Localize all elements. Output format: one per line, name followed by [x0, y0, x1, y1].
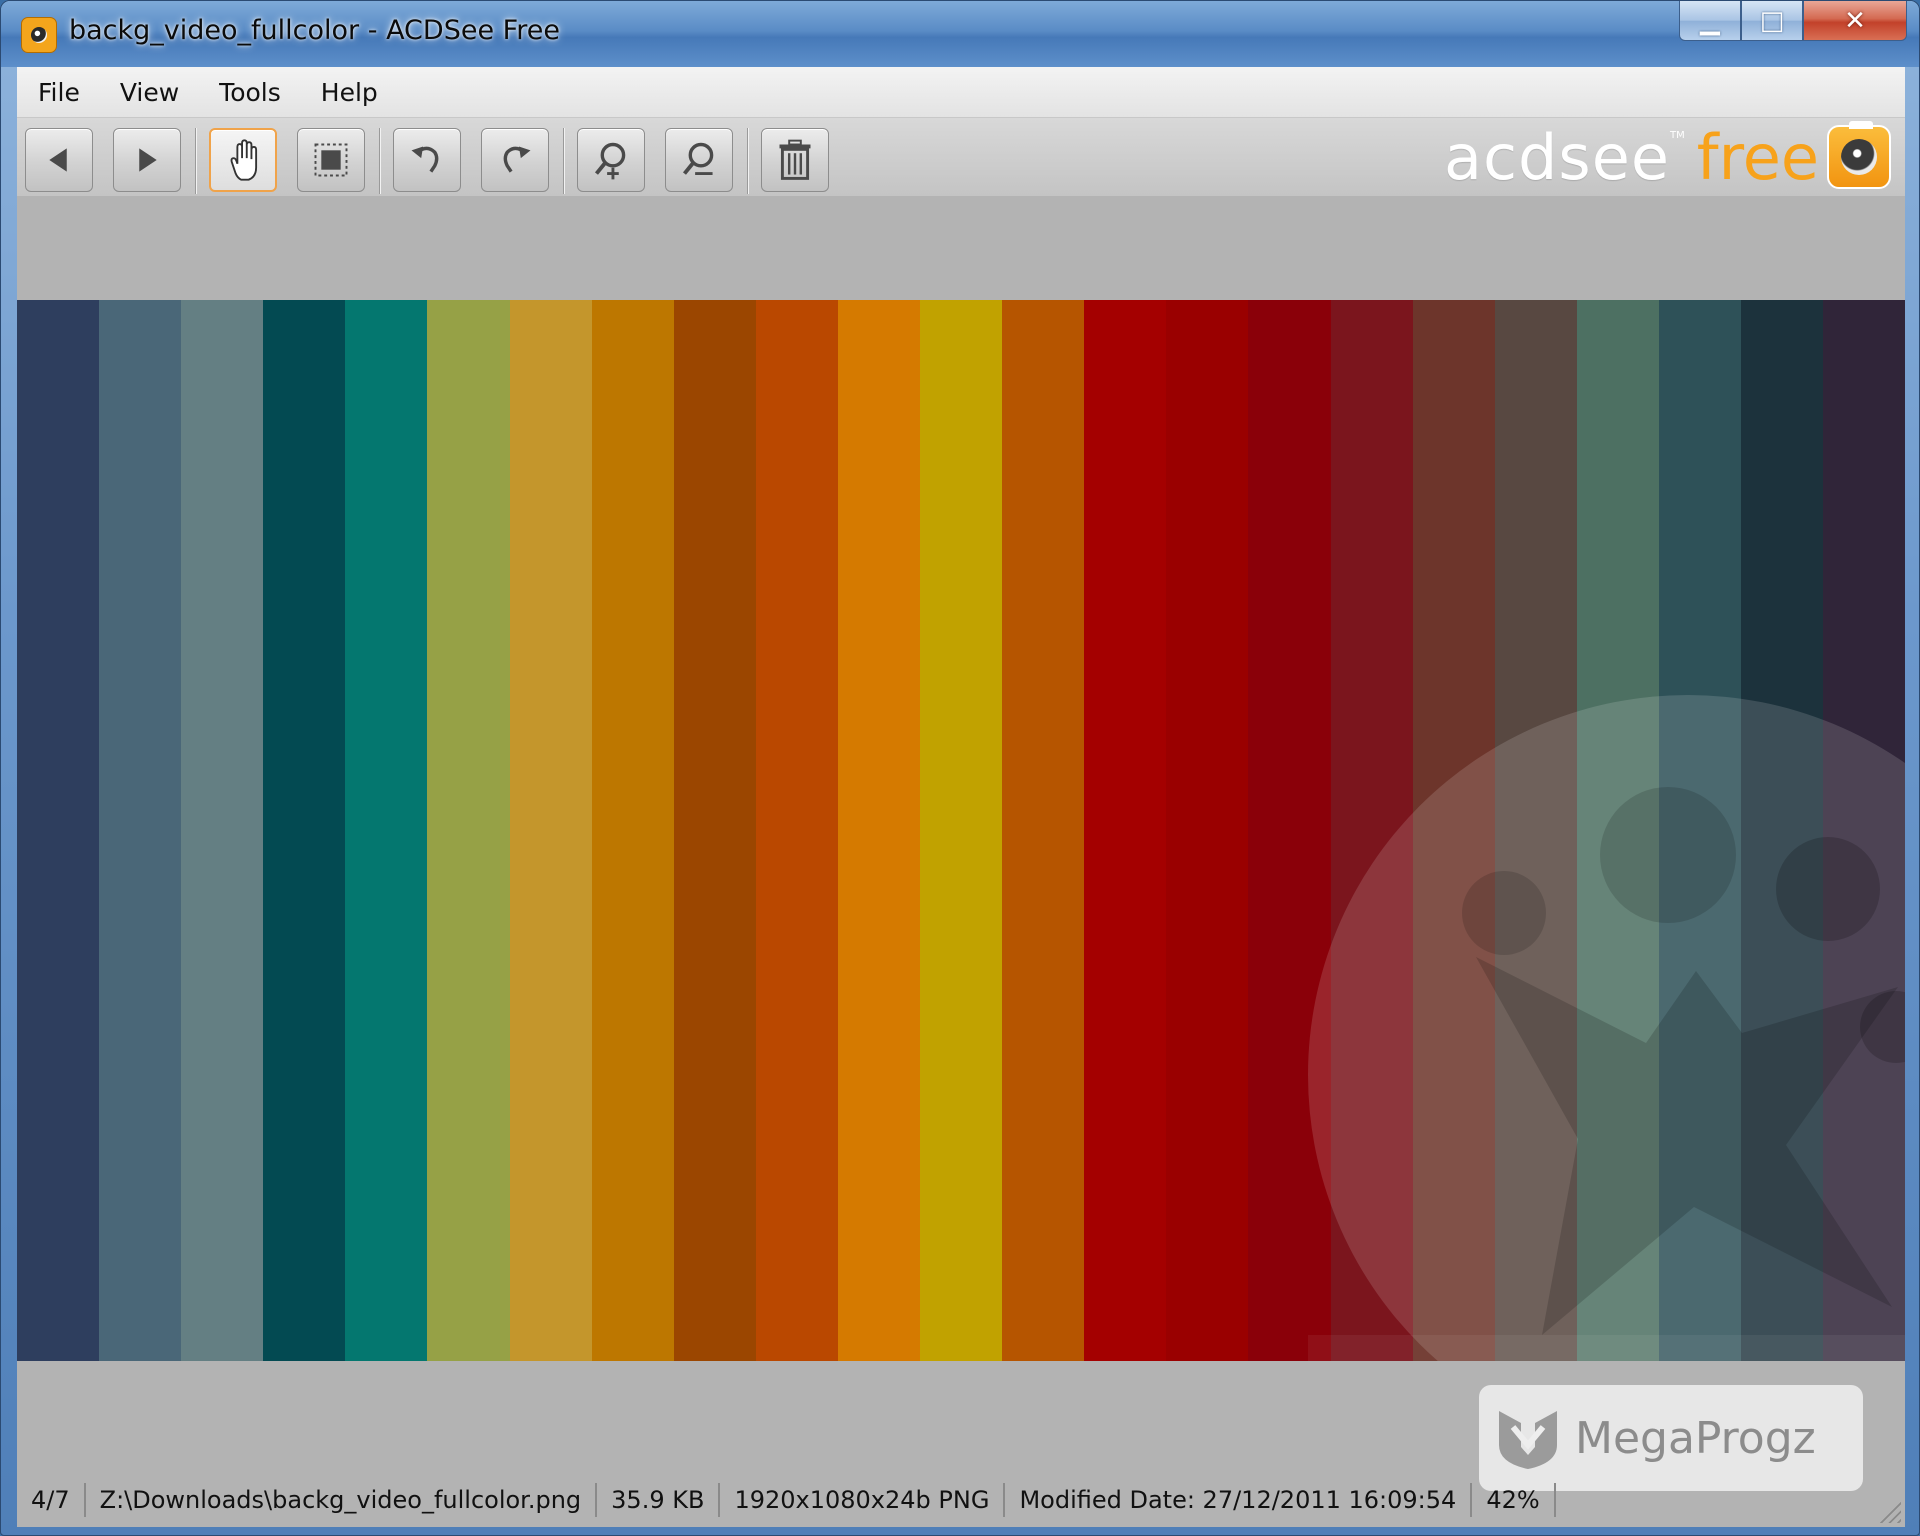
color-stripe [1166, 300, 1249, 1361]
rotate-right-icon [503, 146, 531, 173]
menu-tools[interactable]: Tools [200, 78, 300, 107]
acdsee-app-icon[interactable] [21, 17, 57, 53]
color-stripe [920, 300, 1003, 1361]
previous-button[interactable] [25, 128, 93, 192]
color-stripe [345, 300, 428, 1361]
rotate-left-icon [411, 146, 439, 173]
zoom-out-button[interactable] [665, 128, 733, 192]
toolbar-separator [195, 128, 197, 194]
color-stripe [1576, 300, 1659, 1361]
status-modified-date: Modified Date: 27/12/2011 16:09:54 [1005, 1483, 1473, 1517]
status-bar: 4/7 Z:\Downloads\backg_video_fullcolor.p… [17, 1473, 1905, 1527]
color-stripe [1002, 300, 1085, 1361]
pan-button[interactable] [209, 128, 277, 192]
select-button[interactable] [297, 128, 365, 192]
image-canvas[interactable] [17, 300, 1905, 1361]
toolbar-separator [747, 128, 749, 194]
toolbar: acdsee TM free [17, 118, 1905, 196]
next-button[interactable] [113, 128, 181, 192]
color-stripe [755, 300, 838, 1361]
rotate-left-button[interactable] [393, 128, 461, 192]
minimize-button[interactable]: ▁ [1679, 1, 1741, 41]
menu-file[interactable]: File [19, 78, 99, 107]
color-stripe [837, 300, 921, 1361]
status-position: 4/7 [17, 1483, 86, 1517]
menu-bar: File View Tools Help [17, 67, 1905, 118]
color-stripe [263, 300, 346, 1361]
status-file-size: 35.9 KB [597, 1483, 721, 1517]
toolbar-separator [379, 128, 381, 194]
color-stripe [673, 300, 756, 1361]
zoom-in-icon [594, 142, 626, 180]
maximize-button[interactable]: □ [1741, 1, 1803, 41]
color-stripe [17, 300, 100, 1361]
app-window: backg_video_fullcolor - ACDSee Free ▁ □ … [0, 0, 1920, 1536]
menu-help[interactable]: Help [302, 78, 397, 107]
color-stripe [1084, 300, 1167, 1361]
color-stripe [1248, 300, 1331, 1361]
color-stripe [1658, 300, 1741, 1361]
lens-icon [31, 27, 47, 43]
delete-button[interactable] [761, 128, 829, 192]
rotate-right-button[interactable] [481, 128, 549, 192]
megaprogz-text: MegaProgz [1575, 1412, 1816, 1464]
arrow-right-icon [139, 148, 157, 172]
toolbar-separator [563, 128, 565, 194]
color-stripe [181, 300, 264, 1361]
arrow-left-icon [49, 148, 67, 172]
color-stripe [99, 300, 182, 1361]
zoom-out-icon [682, 142, 714, 176]
color-stripe [1823, 300, 1905, 1361]
logo-edition: free [1696, 120, 1819, 194]
window-title: backg_video_fullcolor - ACDSee Free [69, 15, 560, 46]
logo-trademark: TM [1670, 129, 1685, 141]
color-stripe [1494, 300, 1577, 1361]
status-dimensions: 1920x1080x24b PNG [720, 1483, 1006, 1517]
status-path: Z:\Downloads\backg_video_fullcolor.png [86, 1483, 598, 1517]
color-stripe [1412, 300, 1495, 1361]
selection-icon [314, 143, 348, 177]
logo-brand: acdsee [1443, 120, 1670, 194]
color-stripe [427, 300, 510, 1361]
color-stripe [509, 300, 592, 1361]
download-shield-icon [1499, 1411, 1557, 1469]
caption-buttons: ▁ □ ✕ [1679, 1, 1907, 45]
camera-icon [1827, 121, 1891, 189]
status-zoom: 42% [1472, 1483, 1556, 1517]
acdsee-free-logo: acdsee TM free [1444, 120, 1891, 194]
trash-icon [779, 139, 811, 180]
client-area: File View Tools Help acdsee TM free Mega… [17, 67, 1905, 1527]
color-stripe [591, 300, 674, 1361]
close-button[interactable]: ✕ [1803, 1, 1907, 41]
hand-icon [230, 139, 258, 181]
zoom-in-button[interactable] [577, 128, 645, 192]
menu-view[interactable]: View [101, 78, 198, 107]
color-stripe [1740, 300, 1824, 1361]
color-stripe [1330, 300, 1413, 1361]
title-bar[interactable]: backg_video_fullcolor - ACDSee Free ▁ □ … [1, 1, 1919, 67]
